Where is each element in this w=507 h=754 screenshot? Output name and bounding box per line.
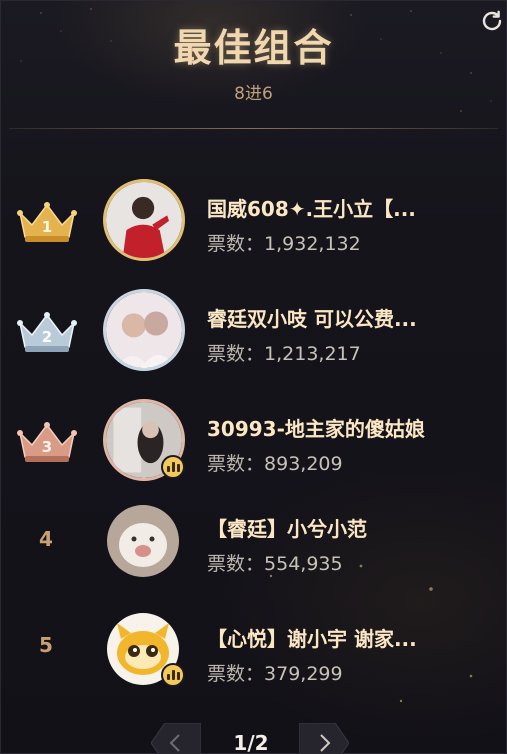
live-indicator-icon bbox=[161, 455, 185, 479]
entry-name: 国威608✦.王小立【... bbox=[207, 197, 416, 221]
entry-votes: 票数：379,299 bbox=[207, 663, 343, 685]
entry-name: 【睿廷】小兮小范 bbox=[207, 517, 367, 541]
entry-votes: 票数：893,209 bbox=[207, 453, 343, 475]
bronze-crown-icon: 3 bbox=[16, 419, 78, 465]
entry-votes: 票数：1,932,132 bbox=[207, 233, 361, 255]
rank-number: 5 bbox=[39, 633, 53, 657]
avatar[interactable] bbox=[107, 505, 179, 577]
avatar[interactable] bbox=[103, 289, 185, 371]
list-item[interactable]: 3 30993-地主家的傻姑娘 票数：893,209 bbox=[1, 399, 506, 509]
list-item[interactable]: 1 国威608✦.王小立【... 票数：1,932,132 bbox=[1, 179, 506, 289]
live-indicator-icon bbox=[161, 663, 185, 687]
svg-text:1: 1 bbox=[42, 218, 52, 236]
list-item[interactable]: 4 【睿廷】小兮小范 票数：554,935 bbox=[1, 505, 506, 619]
gold-crown-icon: 1 bbox=[16, 199, 78, 245]
prev-page-button[interactable] bbox=[150, 722, 202, 753]
silver-crown-icon: 2 bbox=[16, 309, 78, 355]
pagination: 1/2 bbox=[150, 717, 351, 754]
svg-text:3: 3 bbox=[42, 438, 52, 456]
refresh-icon[interactable] bbox=[480, 9, 504, 33]
entry-votes: 票数：554,935 bbox=[207, 553, 343, 575]
header-divider bbox=[9, 128, 498, 129]
entry-votes: 票数：1,213,217 bbox=[207, 343, 361, 365]
page-title: 最佳组合 bbox=[173, 26, 334, 70]
list-item[interactable]: 2 睿廷双小吱 可以公费... 票数：1,213,217 bbox=[1, 289, 506, 399]
leaderboard-panel: 最佳组合 8进6 1 国威608✦.王小立【... 票数：1,932,132 2… bbox=[0, 0, 507, 754]
next-page-button[interactable] bbox=[298, 722, 350, 753]
rank-number: 4 bbox=[39, 527, 53, 551]
entry-name: 【心悦】谢小宇 谢家... bbox=[207, 627, 417, 651]
list-item[interactable]: 5 【心悦】谢小宇 谢家... 票数：379,299 bbox=[1, 613, 506, 729]
avatar[interactable] bbox=[103, 179, 185, 261]
header: 最佳组合 8进6 bbox=[1, 1, 506, 129]
entry-name: 30993-地主家的傻姑娘 bbox=[207, 417, 425, 441]
svg-text:2: 2 bbox=[42, 328, 52, 346]
entry-name: 睿廷双小吱 可以公费... bbox=[207, 307, 417, 331]
page-indicator: 1/2 bbox=[233, 731, 269, 754]
page-subtitle: 8进6 bbox=[234, 84, 273, 104]
